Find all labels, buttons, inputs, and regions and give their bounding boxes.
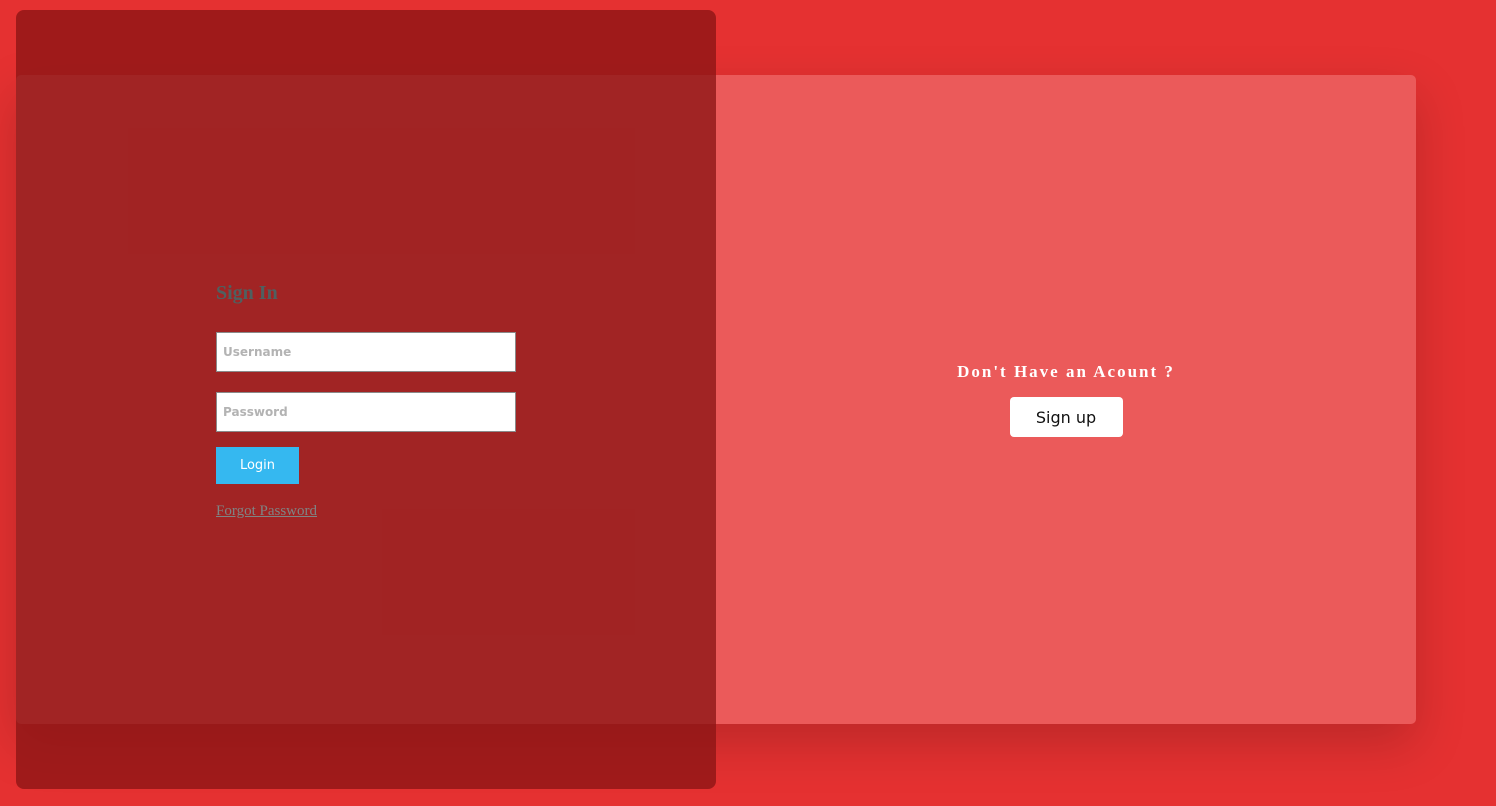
- login-button[interactable]: Login: [216, 447, 299, 484]
- password-input[interactable]: [216, 392, 516, 432]
- signin-panel: Sign In Login Forgot Password: [16, 10, 716, 789]
- username-input[interactable]: [216, 332, 516, 372]
- signup-prompt: Don't Have an Acount ?: [957, 362, 1175, 381]
- forgot-password-link[interactable]: Forgot Password: [216, 503, 317, 520]
- signup-button[interactable]: Sign up: [1009, 397, 1123, 437]
- signin-title: Sign In: [216, 282, 278, 304]
- signin-form: Sign In Login Forgot Password: [216, 280, 516, 520]
- signup-panel: Don't Have an Acount ? Sign up: [716, 75, 1416, 724]
